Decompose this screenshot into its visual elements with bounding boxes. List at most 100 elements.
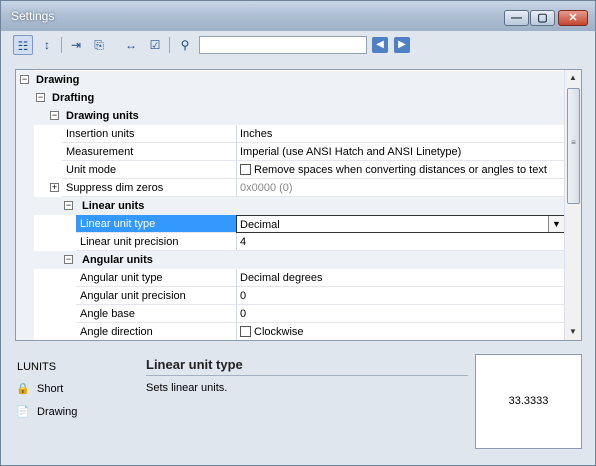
- settings-window: Settings — ▢ ✕ ☷ ↕ ⇥ ⎘ ↔ ☑ ⚲ ◀ ▶ − Drawi…: [0, 0, 596, 466]
- property-row-linear-unit-precision[interactable]: Linear unit precision 4: [16, 233, 565, 251]
- forward-arrow-icon: ▶: [398, 39, 406, 50]
- close-button[interactable]: ✕: [558, 10, 588, 26]
- property-value[interactable]: Decimal degrees: [236, 269, 565, 287]
- categorized-view-icon: ☷: [17, 39, 29, 53]
- scope-label: Short: [37, 383, 64, 395]
- property-row-angular-unit-type[interactable]: Angular unit type Decimal degrees: [16, 269, 565, 287]
- chevron-down-icon[interactable]: ▼: [548, 216, 564, 232]
- dimension-icon: ↔: [125, 38, 137, 52]
- alphabetical-sort-icon: ↕: [44, 38, 50, 52]
- collapse-icon[interactable]: −: [20, 75, 29, 84]
- collapse-icon[interactable]: −: [50, 111, 59, 120]
- title-bar: Settings — ▢ ✕: [1, 1, 595, 31]
- preview-box: 33.3333: [475, 354, 582, 449]
- category-drawing-units[interactable]: − Drawing units: [16, 107, 565, 125]
- property-grid: − Drawing − Drafting − Drawing units Ins…: [15, 69, 582, 341]
- checklist-button[interactable]: ☑: [145, 35, 165, 55]
- category-label: Linear units: [82, 200, 145, 212]
- categorized-view-button[interactable]: ☷: [13, 35, 33, 55]
- checkbox-label: Remove spaces when converting distances …: [254, 164, 547, 176]
- alphabetical-sort-button[interactable]: ↕: [37, 35, 57, 55]
- scroll-up-icon[interactable]: ▲: [565, 70, 581, 86]
- property-value[interactable]: Remove spaces when converting distances …: [236, 161, 565, 179]
- property-name: Suppress dim zeros: [62, 179, 236, 197]
- property-value[interactable]: Imperial (use ANSI Hatch and ANSI Linety…: [236, 143, 565, 161]
- property-row-unit-mode[interactable]: Unit mode Remove spaces when converting …: [16, 161, 565, 179]
- scope-drawing: 📄 Drawing: [15, 404, 77, 420]
- category-label: Drawing: [36, 74, 80, 86]
- description-text: Sets linear units.: [146, 382, 228, 394]
- property-name: Unit mode: [62, 161, 236, 179]
- grip-icon: ≡: [571, 138, 576, 147]
- minimize-icon: —: [511, 12, 522, 24]
- category-angular-units[interactable]: − Angular units: [16, 251, 565, 269]
- select-value: Decimal: [240, 219, 280, 231]
- category-drawing[interactable]: − Drawing: [16, 71, 565, 89]
- property-value[interactable]: 0: [236, 305, 565, 323]
- description-panel: Linear unit type Sets linear units.: [146, 357, 468, 394]
- property-name: Measurement: [62, 143, 236, 161]
- scroll-down-icon[interactable]: ▼: [565, 324, 581, 340]
- dimension-button[interactable]: ↔: [121, 35, 141, 55]
- command-info: LUNITS 🔒 Short 📄 Drawing: [15, 357, 135, 437]
- checklist-icon: ☑: [149, 38, 161, 52]
- category-label: Angular units: [82, 254, 153, 266]
- property-value[interactable]: 0: [236, 287, 565, 305]
- category-drafting[interactable]: − Drafting: [16, 89, 565, 107]
- property-value[interactable]: 4: [236, 233, 565, 251]
- property-row-measurement[interactable]: Measurement Imperial (use ANSI Hatch and…: [16, 143, 565, 161]
- property-value[interactable]: Clockwise: [236, 323, 565, 340]
- window-title: Settings: [11, 9, 55, 23]
- toolbar-separator: [169, 37, 170, 53]
- property-name: Angle direction: [76, 323, 236, 340]
- back-button[interactable]: ◀: [372, 37, 388, 53]
- property-row-insertion-units[interactable]: Insertion units Inches: [16, 125, 565, 143]
- unit-mode-checkbox[interactable]: [240, 164, 251, 175]
- binoculars-icon: ⚲: [180, 38, 190, 52]
- property-name: Angular unit type: [76, 269, 236, 287]
- scroll-thumb[interactable]: ≡: [567, 88, 580, 204]
- category-label: Drawing units: [66, 110, 139, 122]
- search-input[interactable]: [199, 36, 367, 54]
- property-row-angle-base[interactable]: Angle base 0: [16, 305, 565, 323]
- property-name: Insertion units: [62, 125, 236, 143]
- checkbox-label: Clockwise: [254, 326, 304, 338]
- import-button[interactable]: ⎘: [89, 35, 109, 55]
- property-name: Linear unit precision: [76, 233, 236, 251]
- collapse-icon[interactable]: −: [36, 93, 45, 102]
- scope-label: Drawing: [37, 406, 78, 418]
- property-name: Angular unit precision: [76, 287, 236, 305]
- category-label: Drafting: [52, 92, 95, 104]
- linear-unit-type-select[interactable]: Decimal ▼: [236, 215, 565, 233]
- close-icon: ✕: [568, 12, 578, 24]
- forward-button[interactable]: ▶: [394, 37, 410, 53]
- property-row-angle-direction[interactable]: Angle direction Clockwise: [16, 323, 565, 340]
- angle-direction-checkbox[interactable]: [240, 326, 251, 337]
- expand-icon[interactable]: +: [50, 183, 59, 192]
- find-button[interactable]: ⚲: [175, 35, 195, 55]
- category-linear-units[interactable]: − Linear units: [16, 197, 565, 215]
- property-row-suppress-dim-zeros[interactable]: + Suppress dim zeros 0x0000 (0): [16, 179, 565, 197]
- back-arrow-icon: ◀: [376, 39, 384, 50]
- drawing-file-icon: 📄: [16, 406, 30, 418]
- property-value[interactable]: Inches: [236, 125, 565, 143]
- collapse-icon[interactable]: −: [64, 255, 73, 264]
- property-value[interactable]: 0x0000 (0): [236, 179, 565, 197]
- toolbar: ☷ ↕ ⇥ ⎘ ↔ ☑ ⚲ ◀ ▶: [11, 33, 589, 57]
- import-icon: ⎘: [94, 38, 104, 52]
- export-button[interactable]: ⇥: [66, 35, 86, 55]
- vertical-scrollbar[interactable]: ▲ ≡ ▼: [564, 70, 581, 340]
- property-row-linear-unit-type[interactable]: Linear unit type Decimal ▼: [16, 215, 565, 233]
- lock-icon: 🔒: [16, 383, 30, 395]
- property-name: Linear unit type: [76, 215, 236, 233]
- maximize-button[interactable]: ▢: [530, 10, 555, 26]
- description-title: Linear unit type: [146, 357, 468, 376]
- command-name: LUNITS: [17, 361, 57, 373]
- export-icon: ⇥: [70, 38, 82, 52]
- minimize-button[interactable]: —: [504, 10, 529, 26]
- toolbar-separator: [61, 37, 62, 53]
- collapse-icon[interactable]: −: [64, 201, 73, 210]
- property-name: Angle base: [76, 305, 236, 323]
- property-row-angular-unit-precision[interactable]: Angular unit precision 0: [16, 287, 565, 305]
- scope-short: 🔒 Short: [15, 381, 63, 397]
